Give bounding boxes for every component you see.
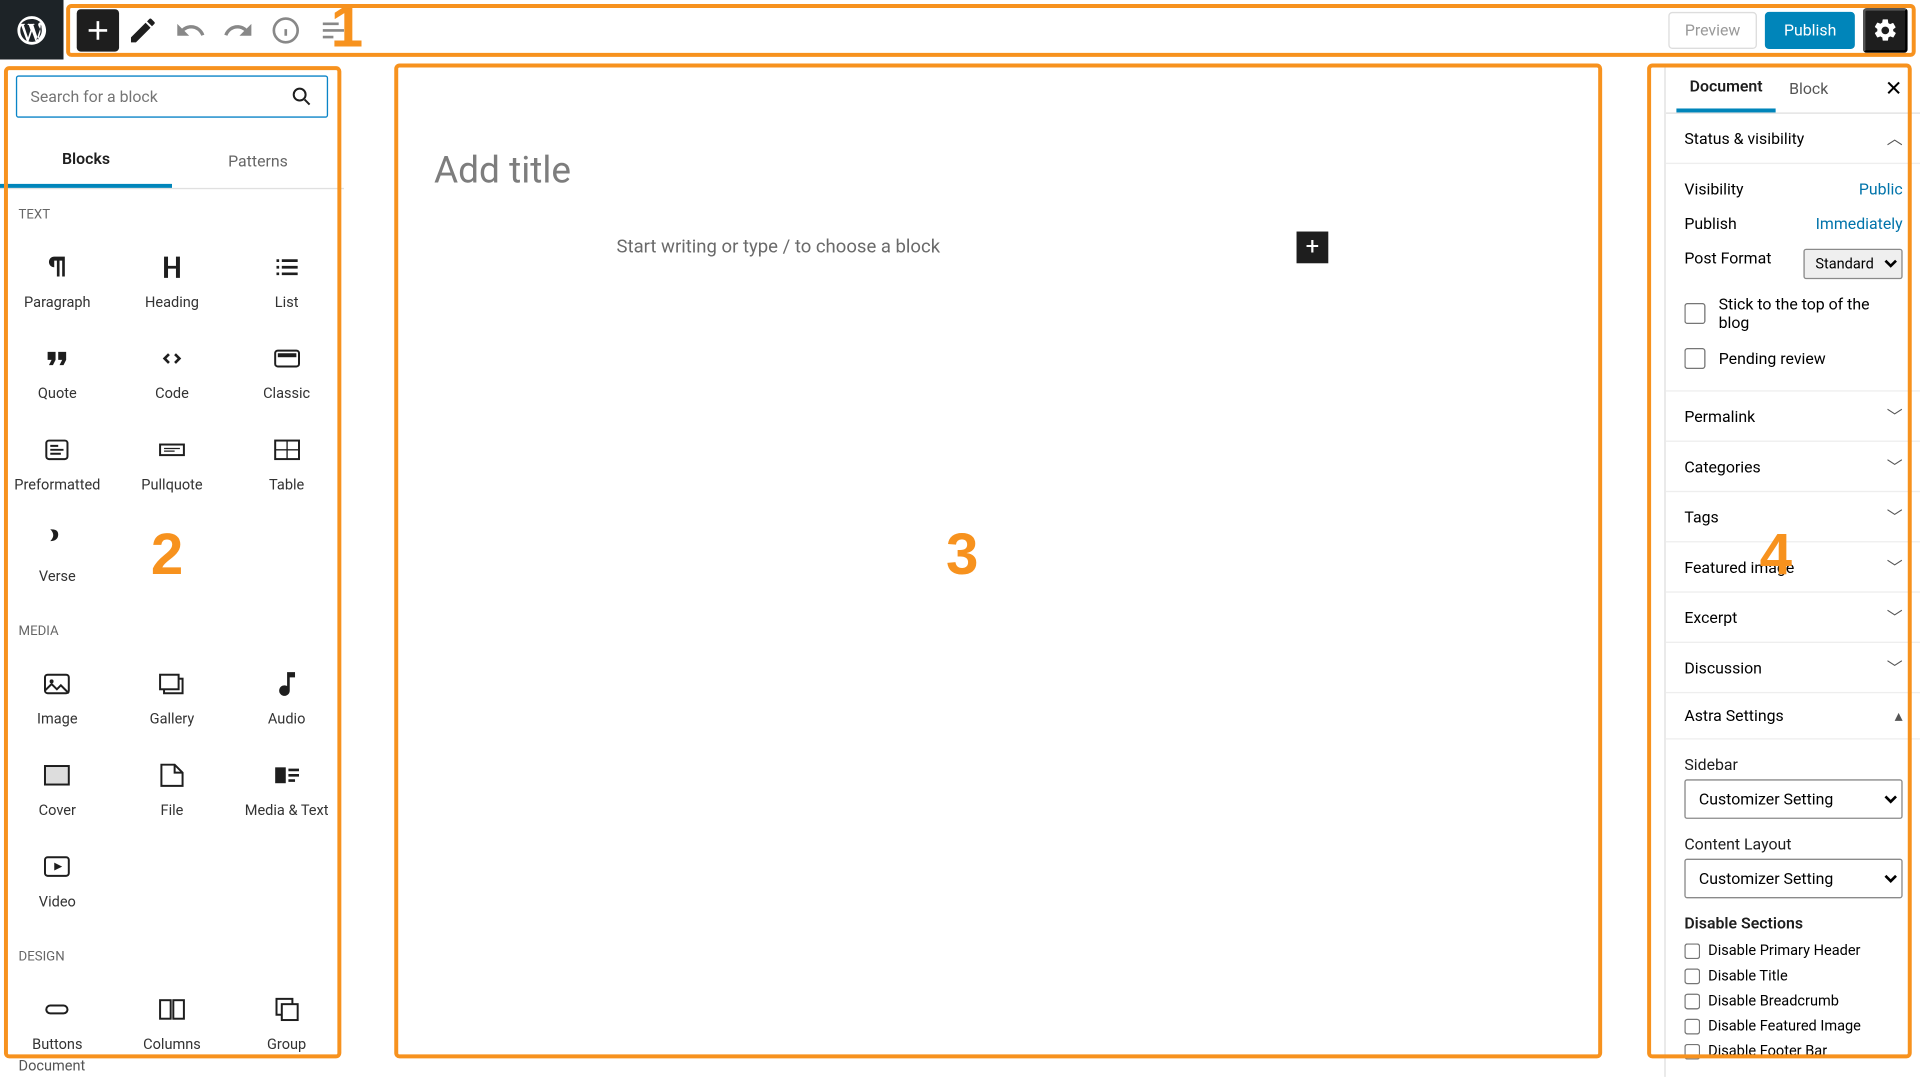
panel-tags[interactable]: Tags﹀: [1666, 492, 1920, 542]
pending-review-checkbox[interactable]: Pending review: [1684, 340, 1902, 377]
block-inserter-panel: Blocks Patterns TEXT ParagraphHeadingLis…: [0, 60, 344, 1077]
block-item-heading[interactable]: Heading: [115, 235, 230, 326]
astra-sidebar-select[interactable]: Customizer Setting: [1684, 779, 1902, 819]
block-item-paragraph[interactable]: Paragraph: [0, 235, 115, 326]
preview-button[interactable]: Preview: [1668, 11, 1758, 48]
category-text-heading: TEXT: [0, 189, 344, 230]
post-title-input[interactable]: Add title: [370, 69, 1643, 218]
block-item-code[interactable]: Code: [115, 327, 230, 418]
block-item-image[interactable]: Image: [0, 652, 115, 743]
category-design-heading: DESIGN: [0, 931, 344, 972]
top-toolbar: Preview Publish: [64, 0, 1920, 60]
breadcrumb[interactable]: Document: [13, 1054, 90, 1076]
astra-content-layout-select[interactable]: Customizer Setting: [1684, 859, 1902, 899]
panel-categories[interactable]: Categories﹀: [1666, 442, 1920, 492]
tab-blocks[interactable]: Blocks: [0, 134, 172, 188]
block-item-verse[interactable]: Verse: [0, 509, 115, 600]
info-button[interactable]: [262, 6, 310, 54]
settings-button[interactable]: [1863, 7, 1908, 52]
disable-section-checkbox[interactable]: Disable Primary Header: [1684, 938, 1902, 963]
disable-section-checkbox[interactable]: Disable Breadcrumb: [1684, 988, 1902, 1013]
add-block-button[interactable]: [77, 9, 119, 51]
close-sidebar-button[interactable]: ✕: [1877, 70, 1911, 106]
block-item-audio[interactable]: Audio: [229, 652, 344, 743]
settings-sidebar: Document Block ✕ Status & visibility︿ Vi…: [1664, 64, 1920, 1077]
tab-patterns[interactable]: Patterns: [172, 134, 344, 188]
panel-status-visibility[interactable]: Status & visibility︿: [1666, 114, 1920, 164]
disable-section-checkbox[interactable]: Disable Featured Image: [1684, 1013, 1902, 1038]
stick-to-top-checkbox[interactable]: Stick to the top of the blog: [1684, 287, 1902, 340]
post-format-select[interactable]: Standard: [1803, 249, 1902, 279]
block-search-input[interactable]: [16, 75, 328, 117]
panel-excerpt[interactable]: Excerpt﹀: [1666, 593, 1920, 643]
block-item-gallery[interactable]: Gallery: [115, 652, 230, 743]
block-item-pullquote[interactable]: Pullquote: [115, 418, 230, 509]
redo-button[interactable]: [214, 6, 262, 54]
inline-add-block-button[interactable]: +: [1297, 232, 1329, 264]
publish-button[interactable]: Publish: [1765, 11, 1854, 48]
wordpress-logo[interactable]: [0, 0, 64, 60]
chevron-down-icon: ﹀: [1887, 556, 1903, 578]
chevron-down-icon: ﹀: [1887, 405, 1903, 427]
search-icon: [290, 85, 314, 109]
block-item-table[interactable]: Table: [229, 418, 344, 509]
tab-document[interactable]: Document: [1676, 64, 1775, 113]
block-item-group[interactable]: Group: [229, 978, 344, 1069]
outline-button[interactable]: [310, 6, 358, 54]
block-item-list[interactable]: List: [229, 235, 344, 326]
chevron-down-icon: ﹀: [1887, 455, 1903, 477]
disable-section-checkbox[interactable]: Disable Footer Bar: [1684, 1039, 1902, 1064]
block-item-quote[interactable]: Quote: [0, 327, 115, 418]
post-body-placeholder[interactable]: Start writing or type / to choose a bloc…: [617, 237, 941, 258]
tab-block[interactable]: Block: [1776, 65, 1842, 110]
visibility-value[interactable]: Public: [1859, 180, 1903, 199]
undo-button[interactable]: [167, 6, 215, 54]
disable-section-checkbox[interactable]: Disable Title: [1684, 963, 1902, 988]
block-item-preformatted[interactable]: Preformatted: [0, 418, 115, 509]
chevron-down-icon: ﹀: [1887, 656, 1903, 678]
chevron-up-icon: ▴: [1894, 706, 1902, 725]
category-media-heading: MEDIA: [0, 606, 344, 647]
block-item-cover[interactable]: Cover: [0, 744, 115, 835]
block-item-media-text[interactable]: Media & Text: [229, 744, 344, 835]
panel-permalink[interactable]: Permalink﹀: [1666, 392, 1920, 442]
editor-canvas[interactable]: Add title Start writing or type / to cho…: [370, 69, 1643, 1057]
block-item-video[interactable]: Video: [0, 835, 115, 926]
panel-astra-settings[interactable]: Astra Settings▴: [1666, 693, 1920, 739]
block-item-columns[interactable]: Columns: [115, 978, 230, 1069]
chevron-down-icon: ﹀: [1887, 606, 1903, 628]
block-item-classic[interactable]: Classic: [229, 327, 344, 418]
chevron-up-icon: ︿: [1887, 127, 1903, 149]
panel-discussion[interactable]: Discussion﹀: [1666, 643, 1920, 693]
chevron-down-icon: ﹀: [1887, 505, 1903, 527]
edit-mode-button[interactable]: [119, 6, 167, 54]
panel-featured-image[interactable]: Featured image﹀: [1666, 542, 1920, 592]
block-item-file[interactable]: File: [115, 744, 230, 835]
publish-date-value[interactable]: Immediately: [1815, 214, 1902, 233]
